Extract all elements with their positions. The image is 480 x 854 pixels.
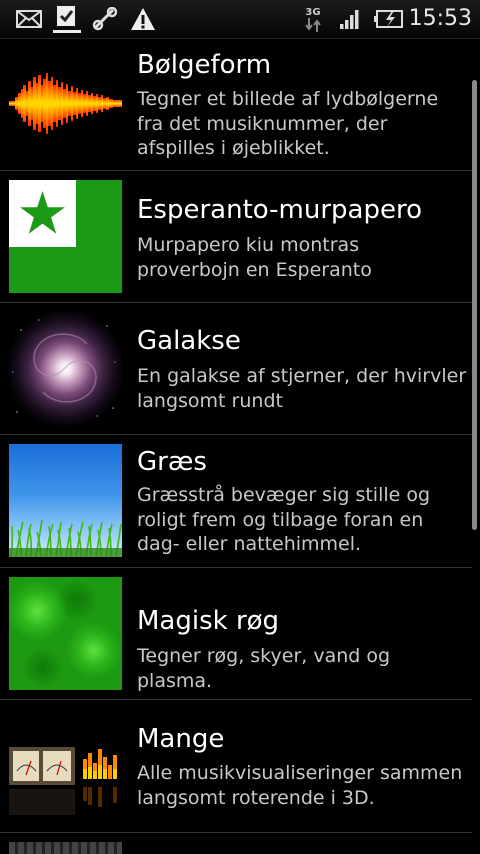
list-item-galaxy[interactable]: Galakse En galakse af stjerner, der hvir…: [0, 303, 472, 435]
signal-icon: [338, 0, 362, 38]
network-type-indicator: 3G: [298, 0, 328, 38]
wallpaper-title: Græs: [137, 447, 207, 477]
wallpaper-description: Murpapero kiu montras proverbojn en Espe…: [137, 234, 372, 281]
galaxy-thumbnail: [9, 312, 122, 425]
status-bar[interactable]: 3G 15:53: [0, 0, 480, 39]
wallpaper-description: Tegner et billede af lydbølgerne fra det…: [137, 88, 439, 159]
waveform-thumbnail: [9, 47, 122, 160]
envelope-icon: [14, 0, 44, 38]
next-thumbnail-partial: [9, 842, 122, 854]
wallpaper-description: Græsstrå bevæger sig stille og roligt fr…: [137, 484, 431, 555]
esperanto-flag-thumbnail: [9, 180, 122, 293]
wallpaper-title: Galakse: [137, 326, 241, 356]
wallpaper-title: Mange: [137, 724, 225, 754]
battery-charging-icon: [373, 0, 407, 38]
list-item-magic-smoke[interactable]: Magisk røg Tegner røg, skyer, vand og pl…: [0, 568, 472, 700]
download-done-icon: [52, 0, 82, 38]
list-item-many[interactable]: Mange Alle musikvisualiseringer sammen l…: [0, 700, 472, 833]
wallpaper-title: Esperanto-murpapero: [137, 195, 422, 225]
list-item-grass[interactable]: Græs Græsstrå bevæger sig stille og roli…: [0, 435, 472, 568]
list-item-waveform[interactable]: Bølgeform Tegner et billede af lydbølger…: [0, 38, 472, 171]
grass-thumbnail: [9, 444, 122, 557]
live-wallpaper-list[interactable]: Bølgeform Tegner et billede af lydbølger…: [0, 38, 480, 854]
scrollbar[interactable]: [472, 80, 477, 530]
warning-icon: [128, 0, 158, 38]
list-item-partial[interactable]: [0, 833, 472, 854]
wallpaper-title: Magisk røg: [137, 606, 280, 636]
many-visualizers-thumbnail: [9, 709, 122, 822]
star-icon: [20, 191, 65, 234]
wallpaper-description: En galakse af stjerner, der hvirvler lan…: [137, 365, 467, 412]
network-type-label: 3G: [305, 6, 321, 18]
status-time: 15:53: [408, 6, 472, 31]
magic-smoke-thumbnail: [9, 577, 122, 690]
wallpaper-title: Bølgeform: [137, 50, 272, 80]
wallpaper-description: Alle musikvisualiseringer sammen langsom…: [137, 762, 463, 809]
list-item-esperanto[interactable]: Esperanto-murpapero Murpapero kiu montra…: [0, 171, 472, 303]
wallpaper-description: Tegner røg, skyer, vand og plasma.: [137, 645, 391, 692]
usb-debug-icon: [90, 0, 120, 38]
